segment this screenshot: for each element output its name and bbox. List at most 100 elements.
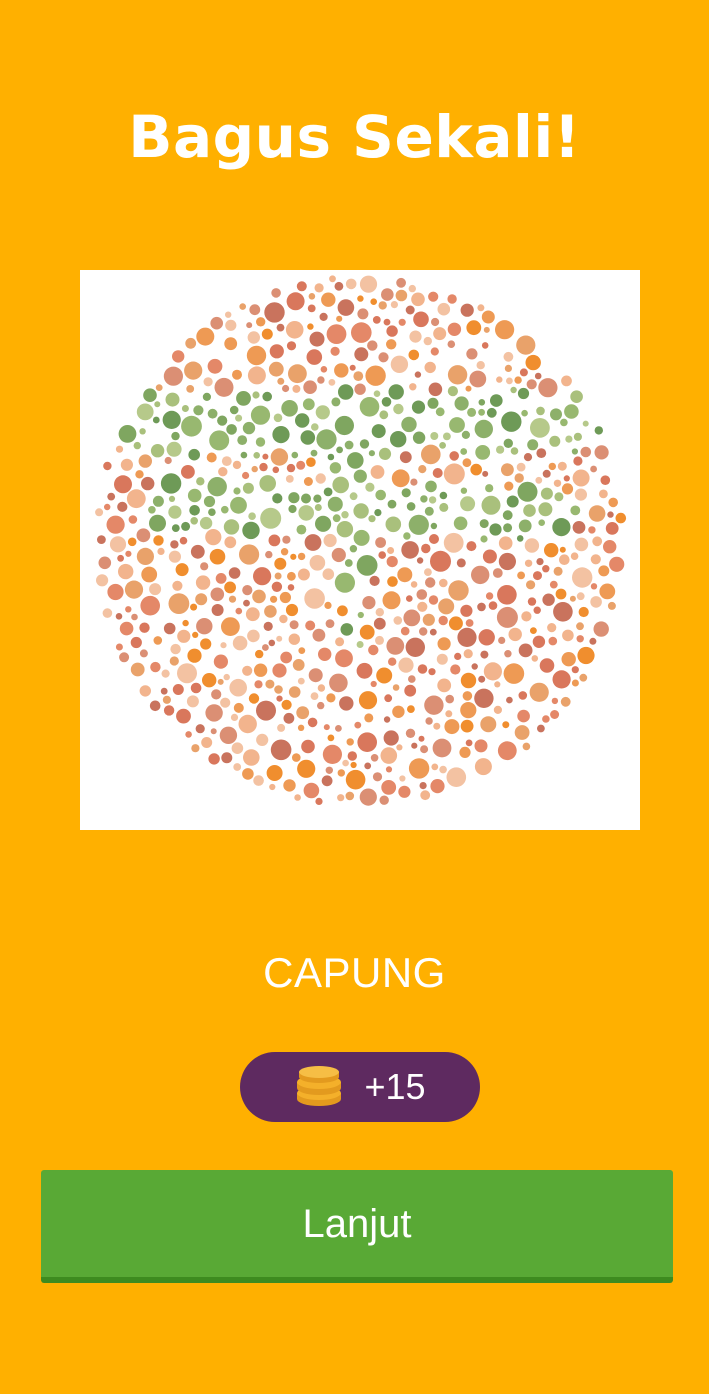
plate-background-dot <box>383 716 391 723</box>
plate-background-dot <box>217 678 224 685</box>
plate-background-dot <box>504 364 512 372</box>
plate-background-dot <box>289 620 299 630</box>
plate-background-dot <box>172 580 183 591</box>
plate-figure-dot <box>439 442 446 449</box>
plate-figure-dot <box>300 430 316 445</box>
plate-background-dot <box>312 628 326 642</box>
plate-figure-dot <box>281 400 298 417</box>
plate-background-dot <box>590 465 597 473</box>
plate-background-dot <box>381 780 397 795</box>
plate-figure-dot <box>221 505 229 514</box>
plate-figure-dot <box>344 440 354 450</box>
plate-figure-dot <box>390 431 407 448</box>
plate-background-dot <box>608 497 618 508</box>
plate-background-dot <box>248 693 260 704</box>
plate-background-dot <box>424 695 444 715</box>
plate-background-dot <box>421 543 431 554</box>
plate-background-dot <box>375 635 384 645</box>
plate-figure-dot <box>439 502 449 512</box>
plate-figure-dot <box>296 524 307 535</box>
plate-figure-dot <box>453 516 468 531</box>
plate-background-dot <box>310 692 319 700</box>
plate-background-dot <box>274 572 282 580</box>
plate-figure-dot <box>475 445 491 460</box>
plate-figure-dot <box>406 502 416 511</box>
plate-background-dot <box>421 444 441 465</box>
plate-background-dot <box>175 563 189 577</box>
plate-figure-dot <box>373 390 381 397</box>
plate-background-dot <box>498 536 513 550</box>
plate-figure-dot <box>359 439 370 449</box>
plate-background-dot <box>605 522 619 535</box>
plate-figure-dot <box>187 488 202 503</box>
plate-background-dot <box>444 719 460 735</box>
plate-background-dot <box>522 742 531 751</box>
plate-background-dot <box>315 797 323 806</box>
ishihara-plate-image <box>80 270 640 830</box>
plate-background-dot <box>281 699 292 710</box>
plate-figure-dot <box>336 521 354 538</box>
plate-background-dot <box>296 706 310 720</box>
plate-background-dot <box>274 557 287 570</box>
plate-background-dot <box>337 299 355 316</box>
plate-background-dot <box>460 303 474 317</box>
plate-background-dot <box>246 322 253 329</box>
plate-background-dot <box>432 738 452 758</box>
plate-background-dot <box>125 606 132 613</box>
plate-figure-dot <box>316 429 337 450</box>
plate-background-dot <box>370 680 377 688</box>
plate-background-dot <box>326 693 336 703</box>
plate-background-dot <box>303 380 317 394</box>
plate-figure-dot <box>538 519 545 526</box>
plate-background-dot <box>378 551 387 559</box>
plate-background-dot <box>157 547 165 555</box>
plate-background-dot <box>243 599 250 607</box>
plate-background-dot <box>572 521 586 534</box>
plate-background-dot <box>388 657 397 666</box>
plate-background-dot <box>494 681 501 688</box>
plate-background-dot <box>205 529 222 546</box>
plate-background-dot <box>417 664 428 674</box>
plate-background-dot <box>130 662 145 677</box>
plate-background-dot <box>562 629 574 642</box>
plate-figure-dot <box>594 426 603 435</box>
plate-figure-dot <box>460 448 468 455</box>
plate-background-dot <box>416 589 428 600</box>
plate-background-dot <box>97 535 106 544</box>
plate-figure-dot <box>538 502 553 517</box>
plate-background-dot <box>603 540 617 554</box>
plate-figure-dot <box>385 516 402 533</box>
plate-background-dot <box>282 384 290 393</box>
plate-background-dot <box>232 635 248 651</box>
plate-background-dot <box>571 679 579 687</box>
plate-background-dot <box>345 769 366 790</box>
plate-background-dot <box>413 311 429 328</box>
plate-background-dot <box>525 354 541 371</box>
plate-figure-dot <box>552 518 571 537</box>
plate-background-dot <box>384 694 393 703</box>
coin-reward-amount: +15 <box>364 1066 426 1107</box>
plate-background-dot <box>369 575 380 586</box>
plate-background-dot <box>195 724 205 734</box>
plate-background-dot <box>345 278 357 290</box>
plate-background-dot <box>330 346 340 356</box>
plate-background-dot <box>574 488 587 501</box>
plate-figure-dot <box>302 398 315 411</box>
plate-background-dot <box>428 382 443 397</box>
plate-background-dot <box>431 763 439 771</box>
plate-background-dot <box>334 281 344 291</box>
plate-background-dot <box>419 782 427 790</box>
plate-figure-dot <box>336 446 343 454</box>
plate-background-dot <box>576 622 584 631</box>
plate-background-dot <box>292 659 305 671</box>
plate-background-dot <box>220 697 231 708</box>
plate-figure-dot <box>233 487 241 495</box>
plate-background-dot <box>307 323 314 330</box>
plate-background-dot <box>443 532 464 553</box>
plate-background-dot <box>172 684 184 695</box>
plate-background-dot <box>429 628 437 636</box>
plate-figure-dot <box>298 505 314 521</box>
next-button[interactable]: Lanjut <box>41 1170 673 1283</box>
plate-figure-dot <box>207 477 227 497</box>
plate-figure-dot <box>428 496 437 504</box>
